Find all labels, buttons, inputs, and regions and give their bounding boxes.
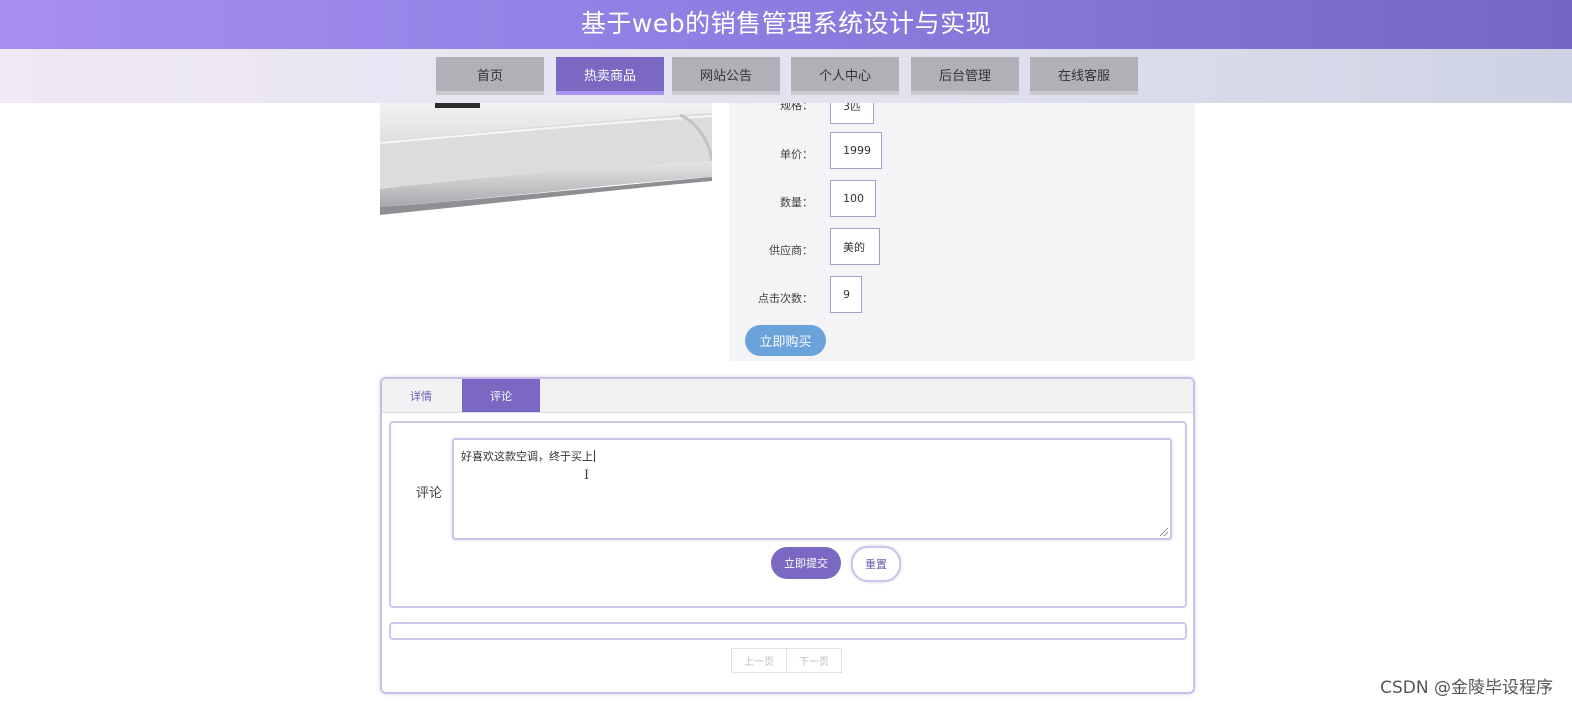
buy-now-button[interactable]: 立即购买 xyxy=(745,325,826,356)
nav-item-hot-products[interactable]: 热卖商品 xyxy=(556,57,664,95)
click-count-value: 9 xyxy=(830,276,862,313)
pagination: 上一页 下一页 xyxy=(731,648,842,673)
reset-button[interactable]: 重置 xyxy=(851,546,901,582)
detail-tabs: 详情 评论 评论 好喜欢这款空调，终于买上 I 立即提交 重置 上一页 下一页 xyxy=(380,377,1195,694)
quantity-label: 数量： xyxy=(780,196,813,209)
price-value: 1999 xyxy=(830,132,882,169)
main-nav: 首页 热卖商品 网站公告 个人中心 后台管理 在线客服 xyxy=(0,49,1572,103)
comment-text: 好喜欢这款空调，终于买上 xyxy=(461,450,593,463)
site-title: 基于web的销售管理系统设计与实现 xyxy=(580,8,992,38)
quantity-value: 100 xyxy=(830,180,876,217)
product-info-panel: 规格： 3匹 单价： 1999 数量： 100 供应商： 美的 点击次数： 9 … xyxy=(729,87,1195,361)
nav-item-user-center[interactable]: 个人中心 xyxy=(791,57,899,95)
comment-form: 评论 好喜欢这款空调，终于买上 I 立即提交 重置 xyxy=(389,421,1187,608)
product-image xyxy=(380,103,712,215)
click-count-label: 点击次数： xyxy=(758,292,813,305)
nav-item-announcements[interactable]: 网站公告 xyxy=(672,57,780,95)
nav-item-online-service[interactable]: 在线客服 xyxy=(1030,57,1138,95)
site-header: 基于web的销售管理系统设计与实现 xyxy=(0,0,1572,49)
prev-page-button[interactable]: 上一页 xyxy=(731,648,787,673)
resize-handle-icon[interactable] xyxy=(1160,528,1168,536)
comment-list xyxy=(389,622,1187,640)
watermark: CSDN @金陵毕设程序 xyxy=(1380,678,1553,698)
submit-button[interactable]: 立即提交 xyxy=(771,547,841,579)
next-page-button[interactable]: 下一页 xyxy=(787,648,842,673)
supplier-value: 美的 xyxy=(830,228,880,265)
supplier-label: 供应商： xyxy=(769,244,813,257)
nav-item-home[interactable]: 首页 xyxy=(436,57,544,95)
text-caret xyxy=(594,450,595,462)
comment-label: 评论 xyxy=(416,486,443,501)
air-conditioner-image xyxy=(380,103,712,215)
tab-comments[interactable]: 评论 xyxy=(462,379,540,412)
tab-header: 详情 评论 xyxy=(382,379,1193,413)
tab-details[interactable]: 详情 xyxy=(382,379,460,412)
price-label: 单价： xyxy=(780,148,813,161)
comment-textarea[interactable]: 好喜欢这款空调，终于买上 I xyxy=(452,438,1172,540)
ibeam-cursor-icon: I xyxy=(584,468,590,483)
nav-item-admin[interactable]: 后台管理 xyxy=(911,57,1019,95)
